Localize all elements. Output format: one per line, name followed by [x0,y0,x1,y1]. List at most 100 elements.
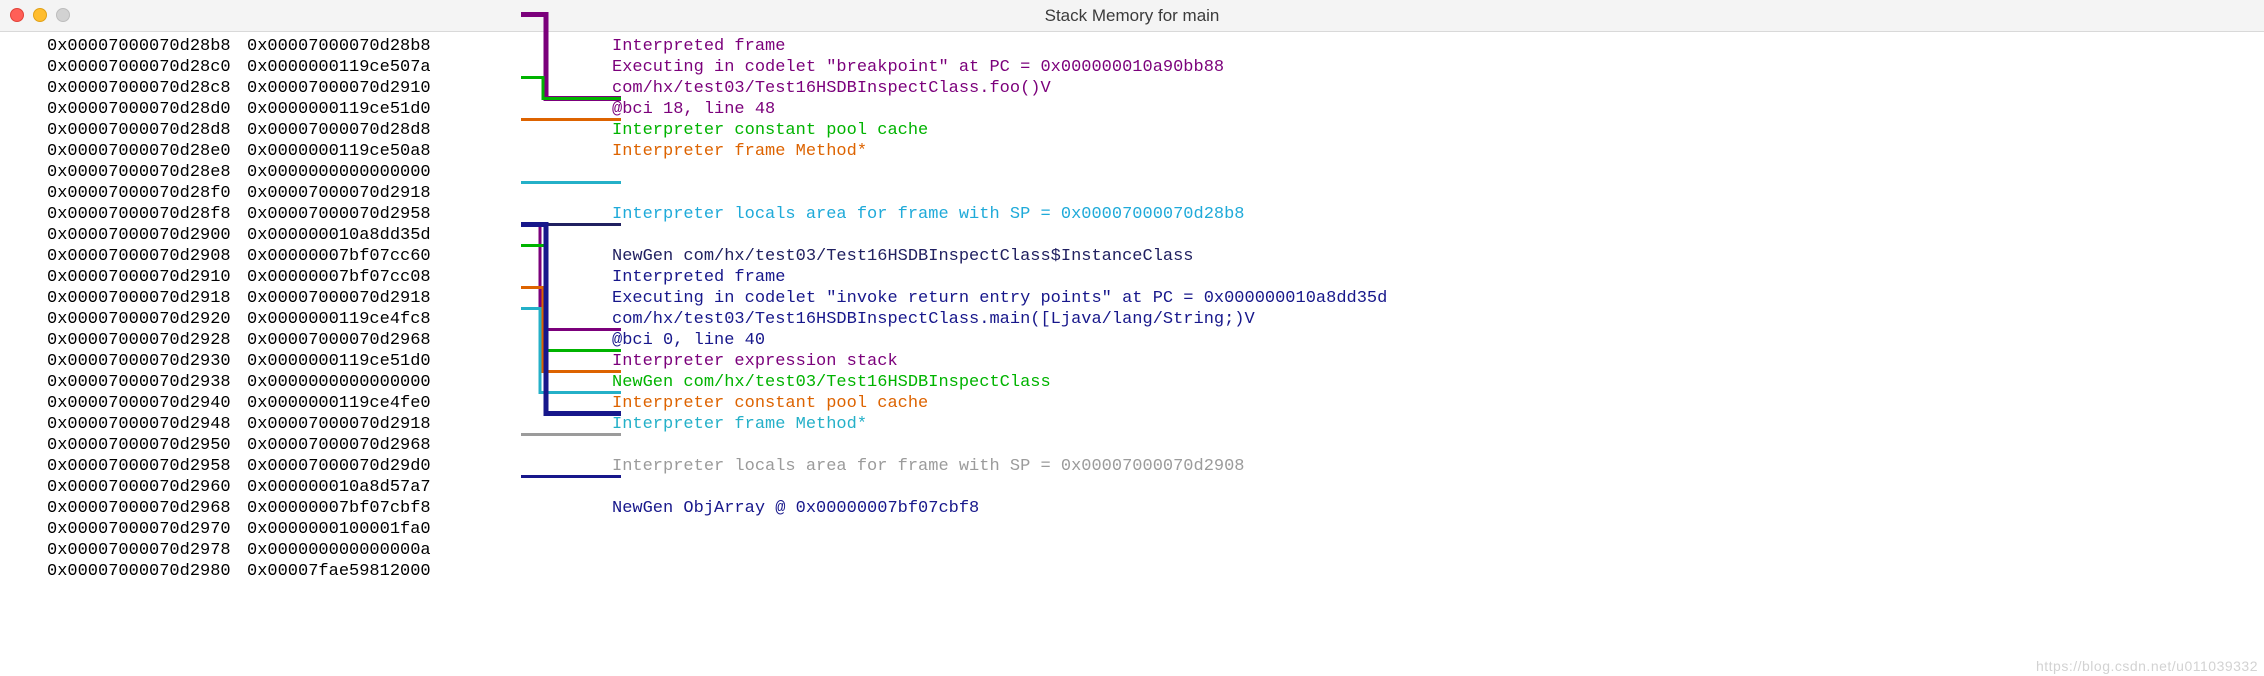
traffic-lights [10,8,70,22]
value-cell: 0x0000000119ce51d0 [247,99,474,120]
stack-row: 0x00007000070d29480x00007000070d2918Inte… [0,414,2264,435]
stack-row: 0x00007000070d29680x00000007bf07cbf8NewG… [0,498,2264,519]
address-cell: 0x00007000070d2970 [0,519,247,540]
address-cell: 0x00007000070d2938 [0,372,247,393]
address-cell: 0x00007000070d2948 [0,414,247,435]
address-cell: 0x00007000070d28c0 [0,57,247,78]
window-titlebar: Stack Memory for main [0,0,2264,32]
address-cell: 0x00007000070d2960 [0,477,247,498]
value-cell: 0x0000000000000000 [247,372,474,393]
annotation-cell: Interpreter constant pool cache [504,393,928,414]
value-cell: 0x0000000000000000 [247,162,474,183]
annotation-cell: Executing in codelet "invoke return entr… [504,288,1387,309]
zoom-button[interactable] [56,8,70,22]
stack-row: 0x00007000070d29780x000000000000000a [0,540,2264,561]
address-cell: 0x00007000070d2928 [0,330,247,351]
stack-row: 0x00007000070d29380x0000000000000000 NewG… [0,372,2264,393]
address-cell: 0x00007000070d2940 [0,393,247,414]
annotation-cell: Interpreter constant pool cache [504,120,928,141]
value-cell: 0x00007000070d2910 [247,78,474,99]
address-cell: 0x00007000070d2950 [0,435,247,456]
stack-row: 0x00007000070d29180x00007000070d2918 Exec… [0,288,2264,309]
annotation-cell: NewGen ObjArray @ 0x00000007bf07cbf8 [504,498,979,519]
annotation-cell: NewGen com/hx/test03/Test16HSDBInspectCl… [504,372,1051,393]
line-gutter [474,225,504,246]
stack-row: 0x00007000070d29300x0000000119ce51d0Inte… [0,351,2264,372]
address-cell: 0x00007000070d2978 [0,540,247,561]
line-gutter [474,57,504,78]
annotation-cell: com/hx/test03/Test16HSDBInspectClass.foo… [504,78,1051,99]
stack-row: 0x00007000070d29100x00000007bf07cc08Inte… [0,267,2264,288]
stack-row: 0x00007000070d29080x00000007bf07cc60NewG… [0,246,2264,267]
value-cell: 0x00007000070d28b8 [247,36,474,57]
stack-row: 0x00007000070d29280x00007000070d2968@bci… [0,330,2264,351]
stack-row: 0x00007000070d28f00x00007000070d2918 [0,183,2264,204]
line-gutter [474,309,504,330]
value-cell: 0x0000000119ce507a [247,57,474,78]
annotation-cell: Interpreted frame [504,36,785,57]
line-gutter [474,78,504,99]
address-cell: 0x00007000070d28f8 [0,204,247,225]
value-cell: 0x0000000119ce51d0 [247,351,474,372]
annotation-cell: com/hx/test03/Test16HSDBInspectClass.mai… [504,309,1255,330]
line-gutter [474,498,504,519]
value-cell: 0x00007000070d2968 [247,435,474,456]
line-gutter [474,477,504,498]
stack-row: 0x00007000070d28f80x00007000070d2958Inte… [0,204,2264,225]
value-cell: 0x0000000119ce50a8 [247,141,474,162]
address-cell: 0x00007000070d2910 [0,267,247,288]
annotation-cell: Interpreter locals area for frame with S… [504,456,1245,477]
annotation-cell [504,519,612,540]
close-button[interactable] [10,8,24,22]
address-cell: 0x00007000070d2920 [0,309,247,330]
annotation-cell: Executing in codelet "breakpoint" at PC … [504,57,1224,78]
line-gutter [474,456,504,477]
stack-row: 0x00007000070d28c80x00007000070d2910 com/… [0,78,2264,99]
annotation-cell: Interpreter locals area for frame with S… [504,204,1245,225]
address-cell: 0x00007000070d2918 [0,288,247,309]
line-gutter [474,288,504,309]
line-gutter [474,267,504,288]
value-cell: 0x00007fae59812000 [247,561,474,582]
line-gutter [474,351,504,372]
annotation-cell: Interpreter expression stack [504,351,898,372]
value-cell: 0x00007000070d28d8 [247,120,474,141]
value-cell: 0x00007000070d2968 [247,330,474,351]
value-cell: 0x00000007bf07cbf8 [247,498,474,519]
address-cell: 0x00007000070d28d0 [0,99,247,120]
address-cell: 0x00007000070d2958 [0,456,247,477]
line-gutter [474,372,504,393]
address-cell: 0x00007000070d2900 [0,225,247,246]
address-cell: 0x00007000070d28e8 [0,162,247,183]
value-cell: 0x00000007bf07cc60 [247,246,474,267]
annotation-cell [504,162,612,183]
minimize-button[interactable] [33,8,47,22]
line-gutter [474,246,504,267]
address-cell: 0x00007000070d28c8 [0,78,247,99]
line-gutter [474,519,504,540]
address-cell: 0x00007000070d28f0 [0,183,247,204]
stack-row: 0x00007000070d29700x0000000100001fa0 [0,519,2264,540]
annotation-cell [504,435,612,456]
line-gutter [474,36,504,57]
stack-row: 0x00007000070d28b80x00007000070d28b8Inte… [0,36,2264,57]
line-gutter [474,435,504,456]
stack-row: 0x00007000070d28d80x00007000070d28d8Inte… [0,120,2264,141]
line-gutter [474,141,504,162]
value-cell: 0x000000010a8dd35d [247,225,474,246]
value-cell: 0x000000010a8d57a7 [247,477,474,498]
line-gutter [474,99,504,120]
line-gutter [474,540,504,561]
line-gutter [474,204,504,225]
stack-row: 0x00007000070d29600x000000010a8d57a7 [0,477,2264,498]
value-cell: 0x00007000070d2918 [247,414,474,435]
stack-row: 0x00007000070d28e00x0000000119ce50a8Inte… [0,141,2264,162]
annotation-cell [504,183,612,204]
value-cell: 0x0000000119ce4fc8 [247,309,474,330]
stack-row: 0x00007000070d29200x0000000119ce4fc8 com/… [0,309,2264,330]
value-cell: 0x000000000000000a [247,540,474,561]
window-title: Stack Memory for main [0,6,2264,26]
stack-row: 0x00007000070d29800x00007fae59812000 [0,561,2264,582]
stack-row: 0x00007000070d28c00x0000000119ce507a Exec… [0,57,2264,78]
value-cell: 0x00007000070d2918 [247,288,474,309]
